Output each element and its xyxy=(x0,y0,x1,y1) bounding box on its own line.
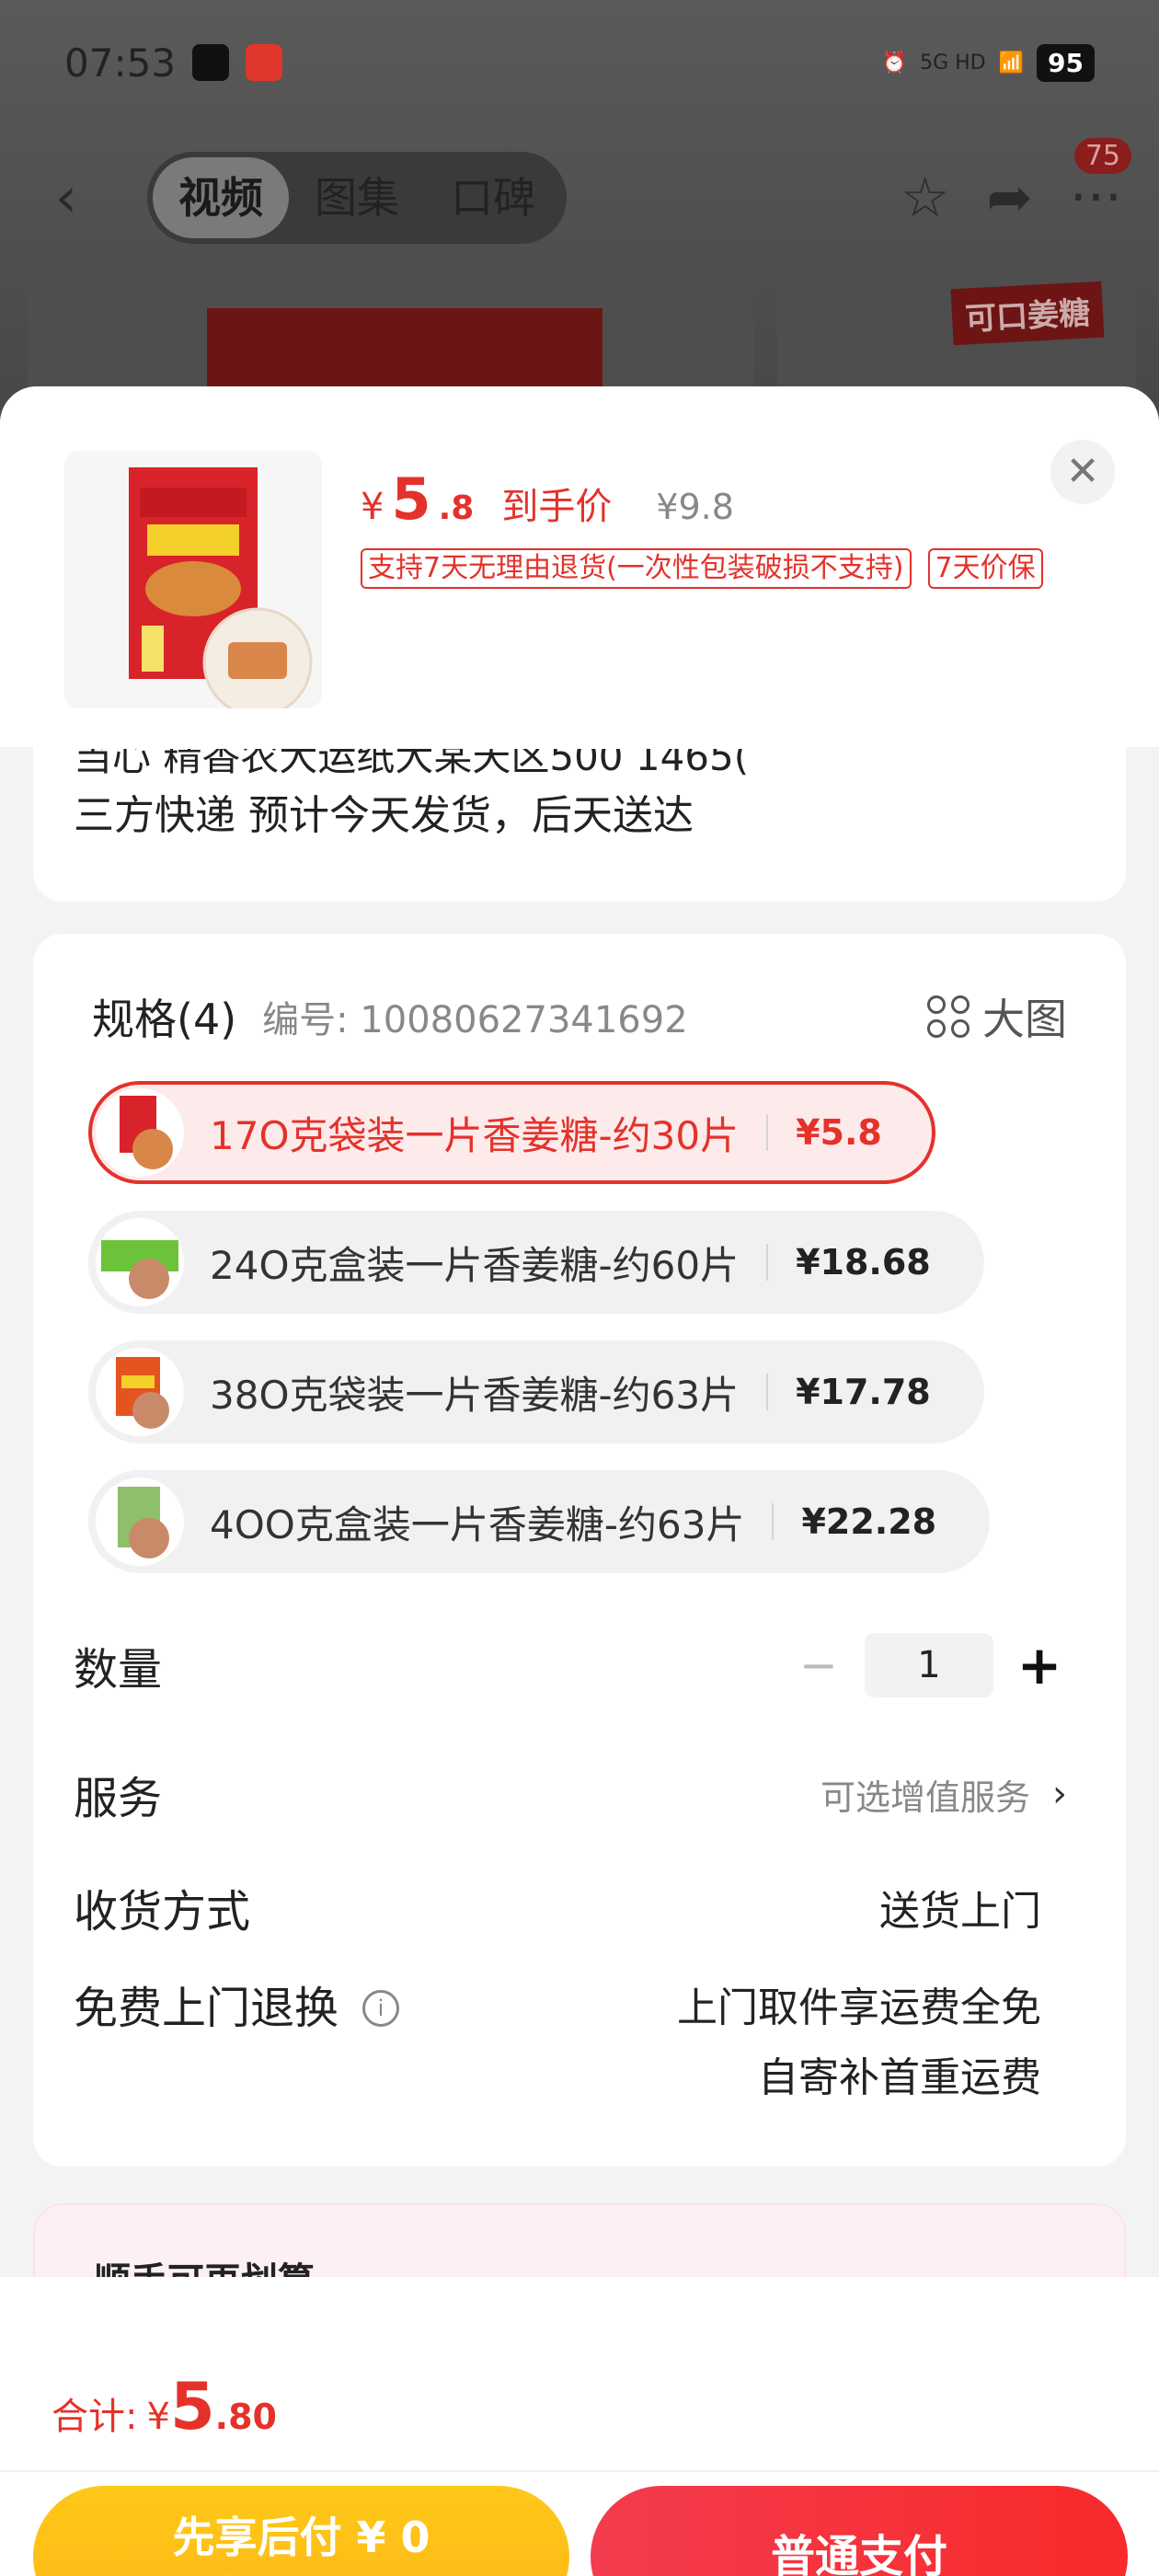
tab-gallery[interactable]: 图集 xyxy=(289,157,425,238)
purchase-sheet: ¥ 5 .8 到手价 ¥9.8 支持7天无理由退货(一次性包装破损不支持) 7天… xyxy=(0,386,1159,2576)
spec-option-240g[interactable]: 24O克盒装一片香姜糖-约60片 ¥18.68 xyxy=(88,1211,984,1314)
nav-actions: ☆ ➦ ··· 75 xyxy=(901,138,1131,230)
background-product-tag: 可口姜糖 xyxy=(950,281,1105,346)
alarm-icon: ⏰ xyxy=(881,51,908,75)
quantity-input[interactable]: 1 xyxy=(865,1633,993,1697)
spec-option-price: ¥18.68 xyxy=(796,1242,931,1282)
spec-divider xyxy=(772,1503,775,1540)
footer-divider xyxy=(0,2470,1159,2472)
notification-app-icon xyxy=(246,44,283,81)
spec-title: 规格(4) xyxy=(92,995,237,1044)
chevron-right-icon: › xyxy=(1052,1773,1067,1815)
battery-indicator: 95 xyxy=(1037,43,1095,82)
spec-option-name: 38O克袋装一片香姜糖-约63片 xyxy=(210,1372,740,1418)
quantity-plus-button[interactable]: + xyxy=(1012,1634,1067,1696)
quantity-row: 数量 − 1 + xyxy=(74,1628,1067,1702)
background-product-page: 07:53 ⏰ 5G HD 📶 95 ‹ 视频 图集 口碑 ☆ ➦ ··· 75… xyxy=(0,0,1159,437)
promo-title: 顺手可再划算 xyxy=(94,2251,315,2279)
checkout-bar: 合计: ¥ 5 .80 先享后付 ¥ 0 满意后再付款¥5 普通支付 xyxy=(0,2277,1159,2576)
spec-option-400g[interactable]: 4OO克盒装一片香姜糖-约63片 ¥22.28 xyxy=(88,1470,991,1573)
quantity-label: 数量 xyxy=(74,1644,163,1696)
spec-option-price: ¥17.78 xyxy=(796,1372,931,1412)
spec-option-380g[interactable]: 38O克袋装一片香姜糖-约63片 ¥17.78 xyxy=(88,1340,984,1443)
price-decimal: .8 xyxy=(438,489,475,527)
spec-thumb-icon xyxy=(96,1348,184,1436)
price-protect-badge: 7天价保 xyxy=(927,548,1043,589)
status-time: 07:53 xyxy=(64,40,177,86)
spec-option-name: 17O克袋装一片香姜糖-约30片 xyxy=(210,1112,740,1158)
network-label: 5G HD xyxy=(920,51,986,75)
close-icon: ✕ xyxy=(1065,448,1100,495)
quantity-minus-button[interactable]: − xyxy=(791,1639,846,1692)
pay-later-main-label: 先享后付 ¥ 0 xyxy=(172,2513,430,2562)
service-badges: 支持7天无理由退货(一次性包装破损不支持) 7天价保 xyxy=(361,548,1043,589)
spec-option-170g[interactable]: 17O克袋装一片香姜糖-约30片 ¥5.8 xyxy=(88,1081,935,1184)
status-bar: 07:53 ⏰ 5G HD 📶 95 xyxy=(64,37,1095,88)
close-button[interactable]: ✕ xyxy=(1050,440,1115,504)
total-decimal: .80 xyxy=(214,2397,277,2437)
tab-reviews[interactable]: 口碑 xyxy=(425,157,561,238)
spec-option-name: 24O克盒装一片香姜糖-约60片 xyxy=(210,1242,740,1288)
spec-header: 规格(4) 编号: 10080627341692 大图 xyxy=(92,984,1067,1049)
spec-option-price: ¥22.28 xyxy=(801,1501,937,1542)
return-policy-badge: 支持7天无理由退货(一次性包装破损不支持) xyxy=(361,548,912,589)
service-row[interactable]: 服务 可选增值服务 › xyxy=(74,1757,1067,1831)
spec-option-name: 4OO克盒装一片香姜糖-约63片 xyxy=(210,1501,745,1547)
media-tabs: 视频 图集 口碑 xyxy=(147,152,567,244)
delivery-value: 送货上门 xyxy=(879,1888,1041,1935)
status-indicators: ⏰ 5G HD 📶 95 xyxy=(881,43,1095,82)
service-value: 可选增值服务 xyxy=(820,1777,1030,1818)
message-badge: 75 xyxy=(1073,138,1131,174)
total-price: 合计: ¥ 5 .80 xyxy=(52,2369,277,2444)
spec-thumb-icon xyxy=(96,1088,184,1177)
top-nav: ‹ 视频 图集 口碑 ☆ ➦ ··· 75 xyxy=(55,138,1131,244)
spec-card: 规格(4) 编号: 10080627341692 大图 17O克袋装一片香姜糖-… xyxy=(33,934,1126,2167)
info-icon[interactable]: i xyxy=(362,1990,400,2027)
service-label: 服务 xyxy=(74,1773,163,1824)
free-return-value: 上门取件享运费全免 自寄补首重运费 xyxy=(677,1973,1041,2113)
free-return-row: 免费上门退换 i 上门取件享运费全免 自寄补首重运费 xyxy=(74,1973,1067,2113)
price-label: 到手价 xyxy=(501,486,613,528)
big-image-label: 大图 xyxy=(982,995,1067,1044)
more-icon[interactable]: ··· xyxy=(1070,166,1122,230)
share-icon[interactable]: ➦ xyxy=(987,166,1033,230)
price-symbol: ¥ xyxy=(361,486,384,528)
spec-thumb-icon xyxy=(96,1478,184,1566)
spec-thumb-icon xyxy=(96,1218,184,1306)
spec-divider xyxy=(766,1374,769,1410)
spec-option-price: ¥5.8 xyxy=(796,1112,882,1153)
spec-divider xyxy=(766,1244,769,1281)
free-return-line-1: 上门取件享运费全免 xyxy=(677,1984,1041,2031)
product-number: 编号: 10080627341692 xyxy=(262,999,688,1041)
pay-later-button[interactable]: 先享后付 ¥ 0 满意后再付款¥5 xyxy=(33,2486,569,2576)
sheet-header: ¥ 5 .8 到手价 ¥9.8 支持7天无理由退货(一次性包装破损不支持) 7天… xyxy=(0,386,1159,747)
spec-divider xyxy=(766,1114,769,1151)
shipping-estimate: 三方快递 预计今天发货，后天送达 xyxy=(74,792,694,839)
original-price: ¥9.8 xyxy=(656,487,734,527)
total-label: 合计: xyxy=(52,2396,138,2438)
service-selector[interactable]: 可选增值服务 › xyxy=(820,1769,1067,1820)
wifi-icon: 📶 xyxy=(998,51,1025,75)
star-icon[interactable]: ☆ xyxy=(901,166,950,230)
qq-app-icon xyxy=(192,44,230,81)
total-integer: 5 xyxy=(169,2369,215,2444)
delivery-label: 收货方式 xyxy=(74,1886,251,1938)
price-integer: 5 xyxy=(391,466,431,533)
total-symbol: ¥ xyxy=(146,2396,170,2438)
tab-video[interactable]: 视频 xyxy=(153,157,289,238)
shipping-address-partial: 当心 精香农大运纸大某天区500 1465( xyxy=(74,749,750,776)
normal-pay-button[interactable]: 普通支付 xyxy=(591,2486,1128,2576)
grid-icon xyxy=(927,995,970,1038)
product-thumbnail[interactable] xyxy=(64,451,322,708)
back-icon[interactable]: ‹ xyxy=(55,166,147,230)
free-return-line-2: 自寄补首重运费 xyxy=(758,2054,1041,2101)
price-row: ¥ 5 .8 到手价 ¥9.8 xyxy=(361,466,734,533)
pay-later-sub-label: 满意后再付款¥5 xyxy=(33,2565,569,2576)
big-image-toggle[interactable]: 大图 xyxy=(927,986,1067,1047)
product-package-image xyxy=(129,467,313,708)
spec-options: 17O克袋装一片香姜糖-约30片 ¥5.8 24O克盒装一片香姜糖-约60片 ¥… xyxy=(88,1081,991,1600)
free-return-label: 免费上门退换 xyxy=(74,1983,339,2034)
quantity-stepper: − 1 + xyxy=(791,1633,1067,1697)
delivery-row: 收货方式 送货上门 xyxy=(74,1870,1067,1944)
